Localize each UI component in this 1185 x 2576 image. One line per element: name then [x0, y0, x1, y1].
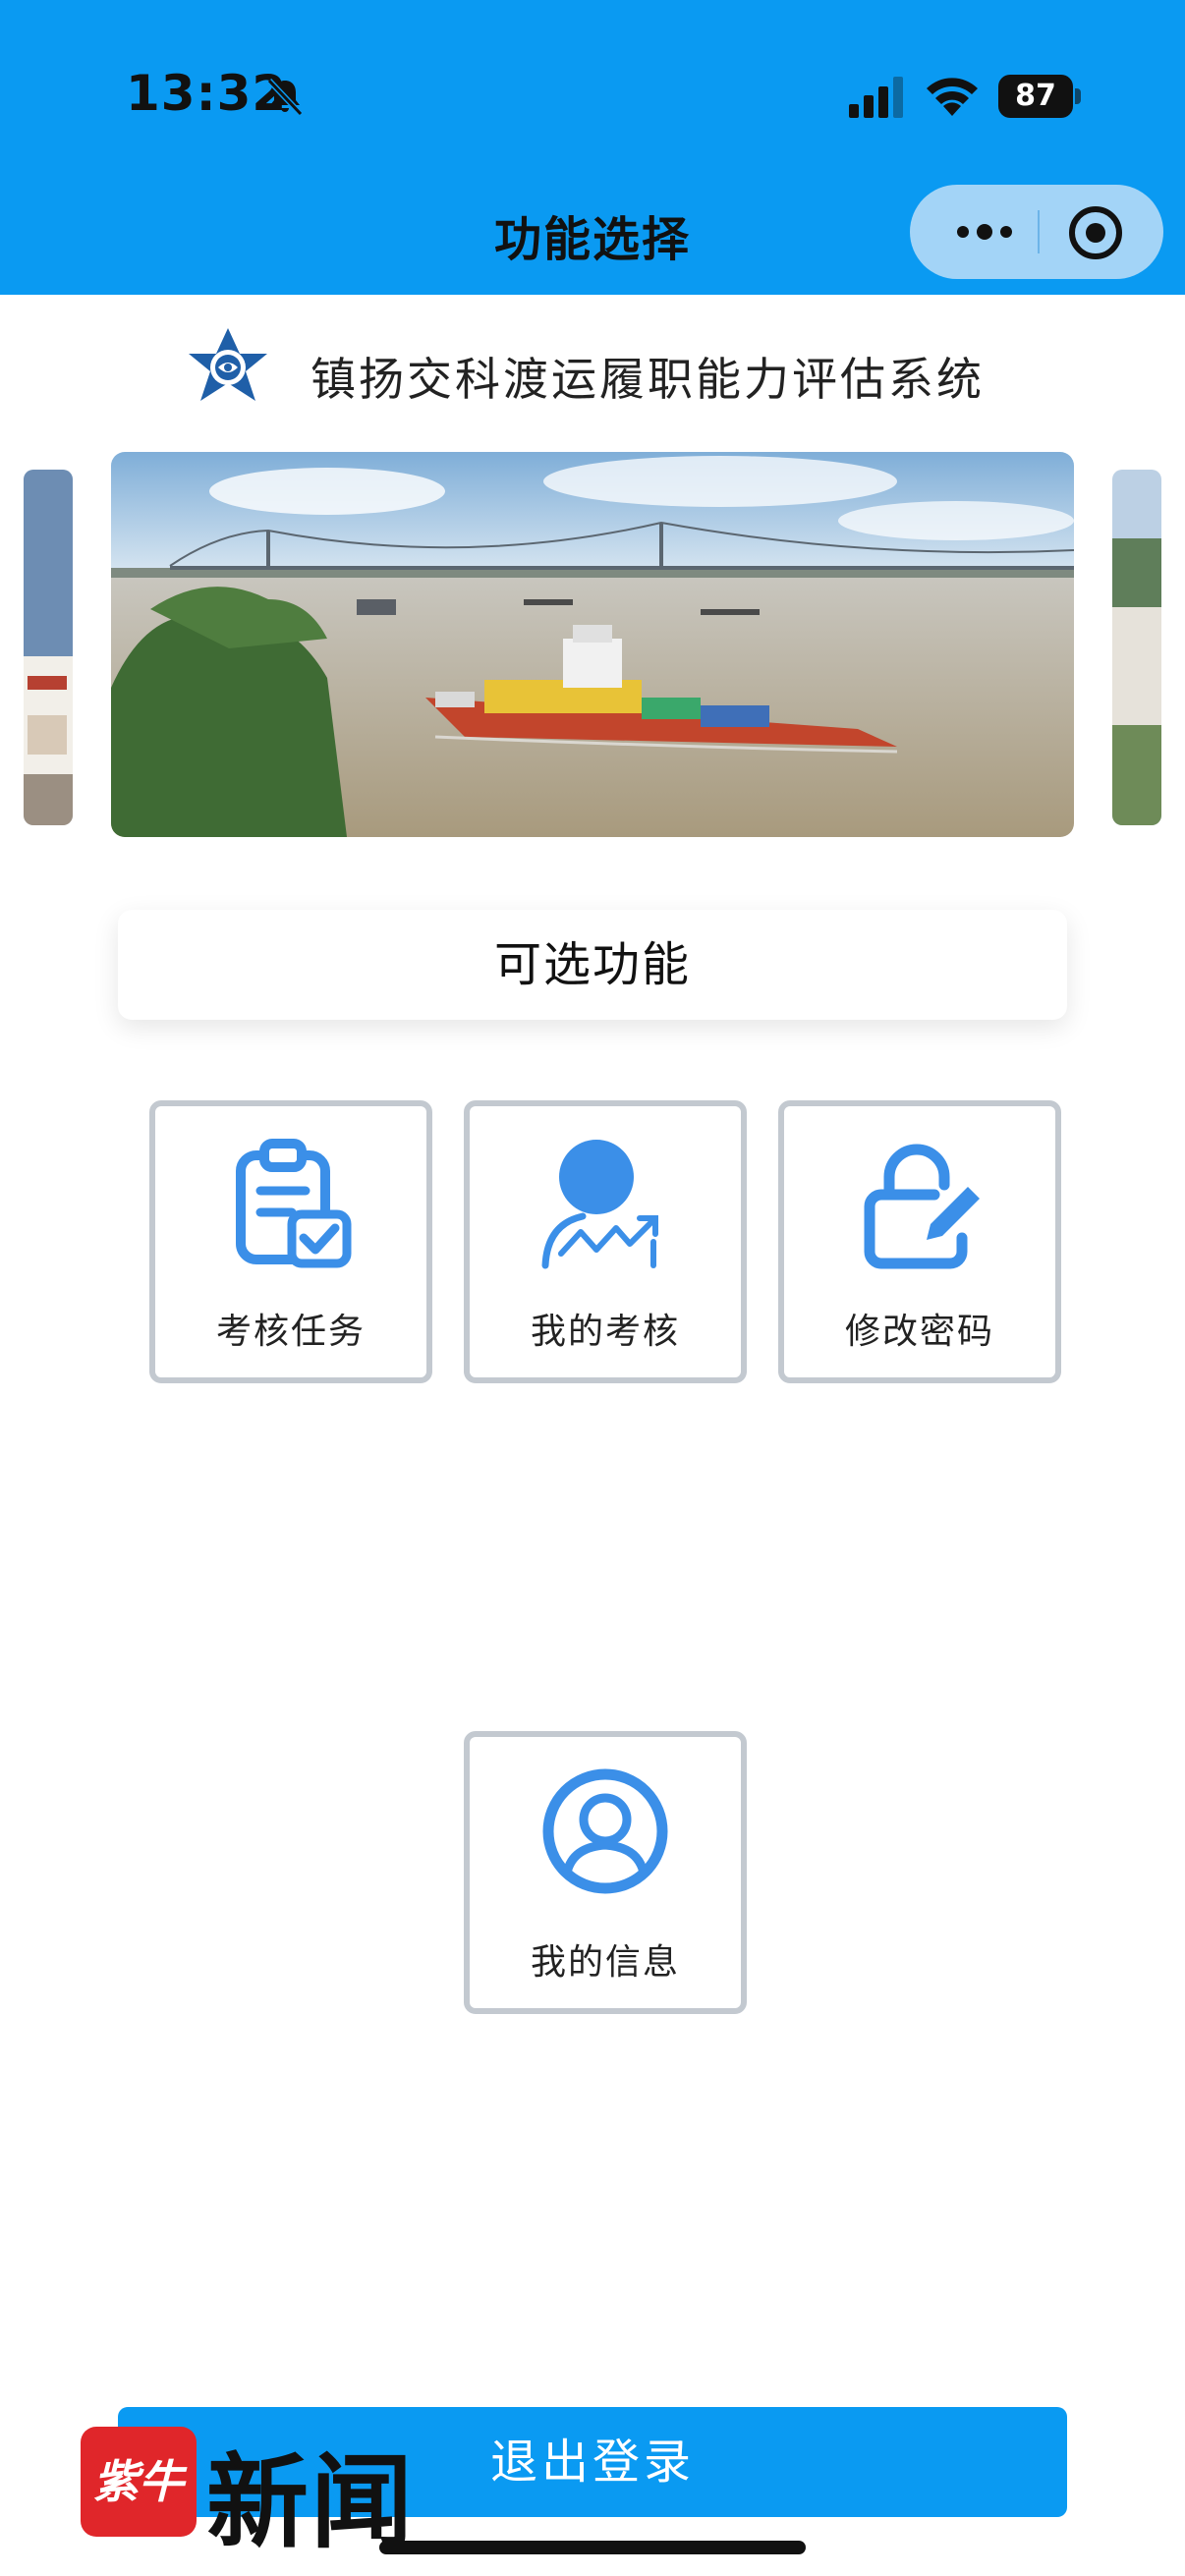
- banner-slide-prev[interactable]: [24, 470, 73, 825]
- task-checklist-icon: [236, 1139, 352, 1268]
- assessment-user-icon: [541, 1140, 658, 1269]
- function-tile-my-info[interactable]: 我的信息: [464, 1731, 747, 2014]
- app-header: 镇扬交科渡运履职能力评估系统: [0, 324, 1185, 422]
- function-tile-my-assessment[interactable]: 我的考核: [464, 1100, 747, 1383]
- app-logo-icon: [189, 328, 267, 401]
- tile-label: 我的信息: [530, 1942, 680, 1983]
- target-icon[interactable]: [1067, 204, 1124, 261]
- mini-program-capsule: [910, 185, 1163, 279]
- battery-tip: [1075, 88, 1081, 104]
- banner-image-ferry[interactable]: [111, 452, 1074, 837]
- wifi-icon: [927, 78, 978, 116]
- user-profile-icon: [542, 1768, 668, 1894]
- banner-slide-next[interactable]: [1112, 470, 1161, 825]
- tile-label: 考核任务: [215, 1312, 366, 1352]
- top-bar: 13:32 87 功能选择: [0, 0, 1185, 295]
- section-title: 可选功能: [493, 937, 691, 992]
- app-title: 镇扬交科渡运履职能力评估系统: [310, 353, 985, 406]
- signal-icon: [849, 77, 903, 118]
- watermark-badge-text: 紫牛: [93, 2455, 184, 2508]
- battery-icon: 87: [998, 75, 1081, 118]
- tile-label: 我的考核: [530, 1312, 680, 1352]
- lock-edit-icon: [864, 1144, 980, 1269]
- battery-level: 87: [1015, 79, 1056, 113]
- more-icon[interactable]: [945, 208, 1024, 255]
- home-indicator[interactable]: [379, 2541, 806, 2554]
- tile-label: 修改密码: [844, 1312, 994, 1352]
- banner-carousel[interactable]: [0, 452, 1185, 845]
- bell-off-icon: [266, 78, 304, 117]
- capsule-divider: [1038, 210, 1040, 253]
- function-tile-assessment-tasks[interactable]: 考核任务: [149, 1100, 432, 1383]
- function-tile-change-password[interactable]: 修改密码: [778, 1100, 1061, 1383]
- watermark-logo-badge: 紫牛: [81, 2427, 197, 2537]
- section-header-card: 可选功能: [118, 910, 1067, 1020]
